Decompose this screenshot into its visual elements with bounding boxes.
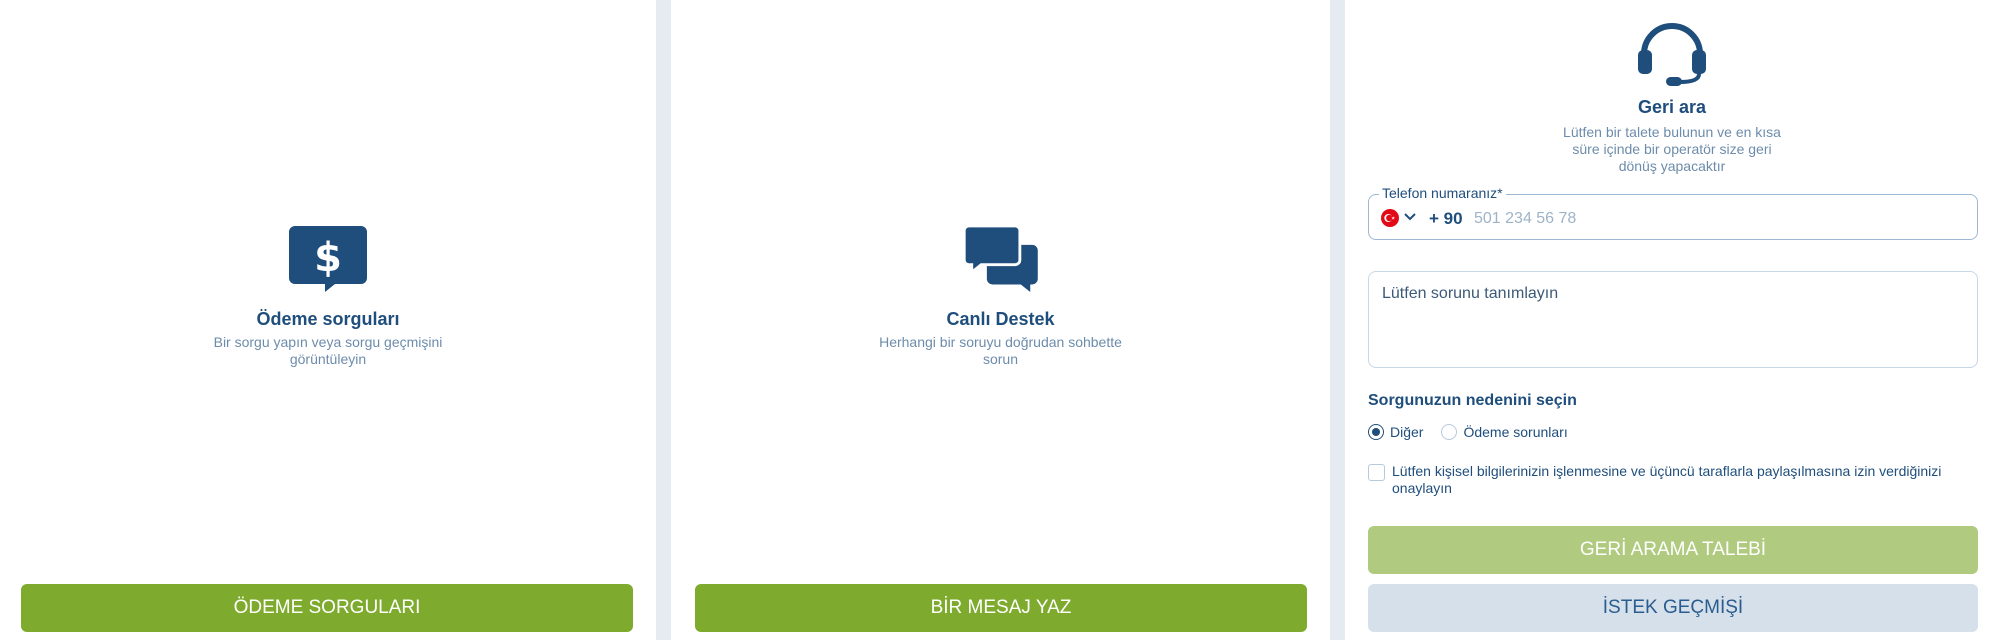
callback-title: Geri ara: [1637, 97, 1707, 117]
request-history-button[interactable]: İSTEK GEÇMİŞİ: [1368, 584, 1978, 632]
svg-text:$: $: [314, 235, 342, 281]
live-support-description: Herhangi bir soruyu doğrudan sohbette so…: [879, 334, 1122, 367]
phone-field: Telefon numaranız* + 90: [1368, 185, 1978, 240]
reason-payment-radio[interactable]: [1441, 424, 1458, 440]
live-support-panel: Canlı Destek Herhangi bir soruyu doğruda…: [671, 0, 1330, 640]
chat-bubbles-icon: [962, 226, 1038, 292]
consent-text[interactable]: Lütfen kişisel bilgilerinizin işlenmesin…: [1392, 463, 1978, 497]
payment-inquiries-description: Bir sorgu yapın veya sorgu geçmişini gör…: [213, 334, 443, 367]
payment-inquiries-info: $ Ödeme sorguları Bir sorgu yapın veya s…: [0, 226, 656, 368]
payment-inquiries-panel: $ Ödeme sorguları Bir sorgu yapın veya s…: [0, 0, 656, 640]
problem-description-input[interactable]: [1368, 271, 1978, 368]
reason-payment-label[interactable]: Ödeme sorunları: [1463, 424, 1567, 440]
turkey-flag-icon[interactable]: [1381, 209, 1399, 227]
consent-checkbox[interactable]: [1368, 464, 1385, 481]
payment-inquiries-title: Ödeme sorguları: [256, 309, 400, 329]
live-support-info: Canlı Destek Herhangi bir soruyu doğruda…: [671, 226, 1330, 368]
callback-request-button[interactable]: GERİ ARAMA TALEBİ: [1368, 526, 1978, 574]
callback-panel: Geri ara Lütfen bir talete bulunun ve en…: [1345, 0, 1999, 640]
consent-row: Lütfen kişisel bilgilerinizin işlenmesin…: [1368, 463, 1978, 497]
phone-input[interactable]: [1472, 204, 1956, 234]
phone-field-label: Telefon numaranız*: [1379, 185, 1506, 201]
reason-other-label[interactable]: Diğer: [1390, 424, 1423, 440]
payment-inquiries-button[interactable]: ÖDEME SORGULARI: [21, 584, 633, 632]
dollar-speech-bubble-icon: $: [289, 226, 367, 292]
headset-icon: [1638, 23, 1706, 86]
reason-other-radio[interactable]: [1368, 424, 1384, 440]
reason-label: Sorgunuzun nedenini seçin: [1368, 392, 1577, 409]
callback-description: Lütfen bir talete bulunun ve en kısa sür…: [1563, 124, 1781, 174]
live-support-title: Canlı Destek: [946, 309, 1055, 329]
dial-code: + 90: [1429, 209, 1463, 228]
chevron-down-icon[interactable]: [1403, 212, 1417, 222]
write-message-button[interactable]: BİR MESAJ YAZ: [695, 584, 1307, 632]
reason-radio-group: Diğer Ödeme sorunları: [1368, 424, 1586, 440]
